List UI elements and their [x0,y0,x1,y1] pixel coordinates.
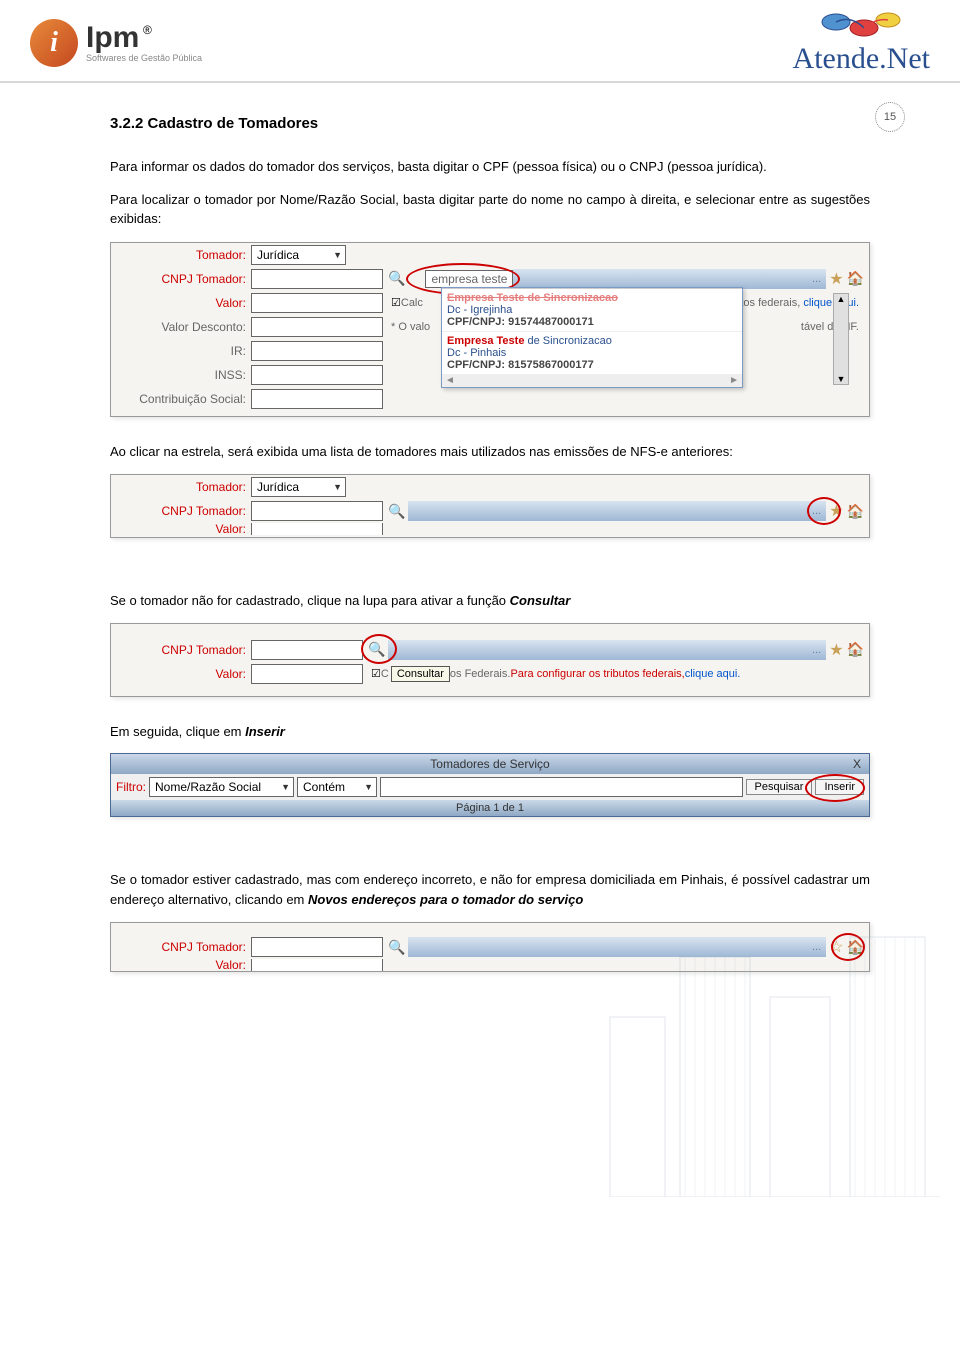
page-header: i Ipm ® Softwares de Gestão Pública Aten… [0,0,960,83]
suggest-item-1[interactable]: Empresa Teste de Sincronizacao Dc - Igre… [442,288,742,332]
label-contrib: Contribuição Social: [116,392,251,406]
cnpj-bar-3: ... [388,640,826,660]
ipm-logo-circle: i [30,19,78,67]
inserir-button[interactable]: Inserir [815,779,864,795]
label-cnpj-3: CNPJ Tomador: [116,643,251,657]
tomador-select-2[interactable]: Jurídica [251,477,346,497]
screenshot-form-3: CNPJ Tomador: 🔍 ... ★ 🏠 Valor: ☑ C Consu… [110,623,870,697]
paragraph-4-bold: Consultar [510,593,571,608]
inss-input[interactable] [251,365,383,385]
ir-input[interactable] [251,341,383,361]
label-tomador: Tomador: [116,248,251,262]
cnpj-input-2[interactable] [251,501,383,521]
paragraph-5-bold: Inserir [245,724,285,739]
label-desconto: Valor Desconto: [116,320,251,334]
cnpj-bar: ... [513,269,826,289]
house-icon-3[interactable]: 🏠 [847,641,864,658]
filter-row: Filtro: Nome/Razão Social Contém Pesquis… [111,774,869,800]
pesquisar-button[interactable]: Pesquisar [746,779,813,795]
star-icon[interactable]: ★ [829,269,843,289]
label-cnpj: CNPJ Tomador: [116,272,251,286]
logo-ipm: i Ipm ® Softwares de Gestão Pública [30,19,202,67]
dialog-title-bar: Tomadores de Serviço X [111,754,869,774]
valor-input-5[interactable] [251,959,383,971]
valor-input-2[interactable] [251,523,383,535]
star-icon-3[interactable]: ★ [829,640,843,660]
house-icon[interactable]: 🏠 [847,270,864,287]
registered-icon: ® [143,23,152,37]
desconto-input[interactable] [251,317,383,337]
logo-atende: Atende.Net [793,10,930,76]
tomador-select[interactable]: Jurídica [251,245,346,265]
ipm-logo-text: Ipm [86,21,139,54]
filter-field-select[interactable]: Nome/Razão Social [149,777,294,797]
cnpj-input[interactable] [251,269,383,289]
buildings-decoration [560,897,960,1197]
label-valor-5: Valor: [116,959,251,971]
autocomplete-dropdown[interactable]: Empresa Teste de Sincronizacao Dc - Igre… [441,287,743,388]
search-text-field[interactable]: empresa teste [425,270,513,288]
valor-input[interactable] [251,293,383,313]
cnpj-bar-2: ... [408,501,826,521]
search-icon-3[interactable]: 🔍 [368,641,385,658]
cnpj-input-5[interactable] [251,937,383,957]
screenshot-form-2: Tomador: Jurídica CNPJ Tomador: 🔍 ... ★ … [110,474,870,538]
paragraph-5-pre: Em seguida, clique em [110,724,245,739]
label-tomador-2: Tomador: [116,480,251,494]
consultar-tooltip: Consultar [391,666,450,682]
label-inss: INSS: [116,368,251,382]
filter-op-select[interactable]: Contém [297,777,377,797]
screenshot-form-1: Tomador: Jurídica CNPJ Tomador: 🔍 empres… [110,242,870,417]
house-icon-2[interactable]: 🏠 [847,503,864,520]
paragraph-4-pre: Se o tomador não for cadastrado, clique … [110,593,510,608]
paragraph-2: Para localizar o tomador por Nome/Razão … [110,190,870,229]
search-icon-5[interactable]: 🔍 [388,939,405,956]
filter-text-input[interactable] [380,777,743,797]
label-cnpj-2: CNPJ Tomador: [116,504,251,518]
paragraph-6-bold: Novos endereços para o tomador do serviç… [308,892,583,907]
search-icon-2[interactable]: 🔍 [388,503,405,520]
filtro-label: Filtro: [116,780,146,794]
clique-aqui-link-3[interactable]: clique aqui. [685,668,741,680]
dialog-footer: Página 1 de 1 [111,800,869,816]
label-ir: IR: [116,344,251,358]
label-valor-3: Valor: [116,667,251,681]
star-icon-2[interactable]: ★ [829,501,843,521]
ipm-logo-subtitle: Softwares de Gestão Pública [86,53,202,63]
close-button[interactable]: X [853,757,861,771]
contrib-input[interactable] [251,389,383,409]
label-cnpj-5: CNPJ Tomador: [116,940,251,954]
paragraph-1: Para informar os dados do tomador dos se… [110,157,870,177]
suggest-item-2[interactable]: Empresa Teste de Sincronizacao Dc - Pinh… [442,332,742,375]
section-title: 3.2.2 Cadastro de Tomadores [110,115,870,132]
screenshot-dialog: Tomadores de Serviço X Filtro: Nome/Razã… [110,753,870,817]
atende-logo-text: Atende.Net [793,42,930,75]
search-icon[interactable]: 🔍 [388,270,405,287]
label-valor-2: Valor: [116,523,251,535]
paragraph-3: Ao clicar na estrela, será exibida uma l… [110,442,870,462]
label-valor: Valor: [116,296,251,310]
valor-input-3[interactable] [251,664,363,684]
clique-aqui-link[interactable]: clique aqui. [803,297,859,309]
scrollbar[interactable]: ▲ ▼ [833,293,849,385]
cnpj-input-3[interactable] [251,640,363,660]
page-number-badge: 15 [875,102,905,132]
